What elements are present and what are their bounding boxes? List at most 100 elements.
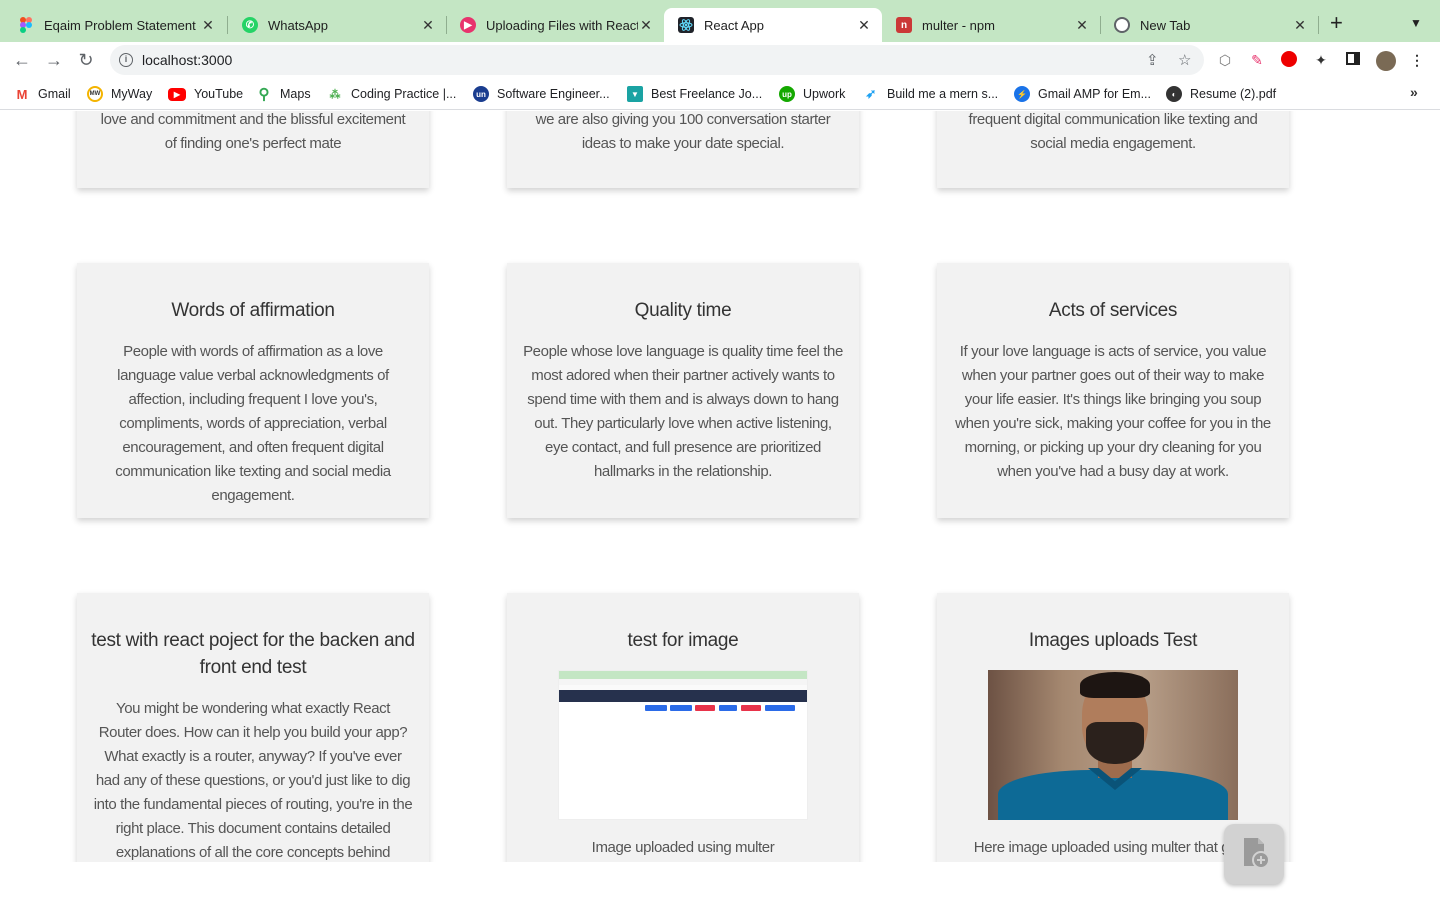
globe-icon: ◐ [1166,86,1182,102]
bookmark-upwork[interactable]: up Upwork [779,85,845,103]
bookmark-label: Maps [280,87,311,101]
coding-icon: ⁂ [329,88,341,101]
share-icon[interactable]: ⇪ [1146,51,1159,69]
bookmark-label: Coding Practice |... [351,87,457,101]
sidepanel-icon[interactable] [1344,51,1362,69]
bird-icon: ➶ [865,86,877,101]
freelance-icon: ▼ [627,86,643,102]
love-card-9: Images uploads Test Here image uploaded … [937,593,1289,862]
tab-figma[interactable]: Eqaim Problem Statement - ✕ [4,8,226,42]
bookmark-label: Gmail [38,87,71,101]
tab-title: Eqaim Problem Statement - [44,17,200,33]
tab-new-tab[interactable]: New Tab ✕ [1100,8,1318,42]
myway-icon: MW [87,86,103,102]
tab-multer-npm[interactable]: n multer - npm ✕ [882,8,1100,42]
npm-icon: n [896,17,912,33]
uploaded-portrait-image [988,670,1238,820]
figma-icon [18,17,34,33]
card-title: Acts of services [1048,300,1178,321]
new-tab-button[interactable]: + [1330,12,1343,34]
bookmark-software-engineer[interactable]: un Software Engineer... [473,85,610,103]
card-body: You might be wondering what exactly Reac… [93,700,413,861]
pen-extension-icon[interactable]: ✎ [1248,51,1266,69]
browser-toolbar: ← → ↻ i localhost:3000 ⇪ ☆ ⬡ ✎ ✦ ⋮ [0,42,1440,78]
address-bar[interactable]: i localhost:3000 ⇪ ☆ [110,45,1204,75]
reload-icon[interactable]: ↻ [74,48,98,72]
bookmark-build-mern[interactable]: ➶ Build me a mern s... [863,85,999,103]
gmail-icon: M [14,86,30,102]
card-title: Images uploads Test [1028,630,1198,651]
tab-react-app[interactable]: React App ✕ [664,8,882,42]
file-add-icon [1236,834,1272,875]
info-icon[interactable]: i [119,53,133,67]
react-icon [678,17,694,33]
bookmark-myway[interactable]: MW MyWay [87,85,152,103]
card-body: we are also giving you 100 conversation … [535,111,831,152]
bookmark-label: Upwork [803,87,846,101]
tab-title: New Tab [1140,17,1191,33]
close-icon[interactable]: ✕ [1292,17,1308,34]
play-icon: ▶ [460,17,476,33]
card-title: test with react poject for the backen an… [91,630,415,678]
bookmark-gmail-amp[interactable]: ⚡ Gmail AMP for Em... [1014,85,1151,103]
close-icon[interactable]: ✕ [638,17,654,34]
bookmark-maps[interactable]: ⚲ Maps [256,85,311,103]
bookmark-label: Best Freelance Jo... [651,87,763,101]
tab-title: Uploading Files with React. [486,17,638,33]
forward-icon[interactable]: → [42,48,66,72]
bookmark-youtube[interactable]: ▶ YouTube [168,85,243,103]
bookmark-best-freelance[interactable]: ▼ Best Freelance Jo... [627,85,762,103]
tab-title: WhatsApp [268,17,328,33]
close-icon[interactable]: ✕ [1074,17,1090,34]
chevron-down-icon[interactable]: ▼ [1410,16,1422,30]
back-icon[interactable]: ← [10,48,34,72]
bookmark-gmail[interactable]: M Gmail [14,85,71,103]
whatsapp-icon: ✆ [242,17,258,33]
cube-extension-icon[interactable]: ⬡ [1216,51,1234,69]
tab-title: React App [704,17,764,33]
card-body: love and commitment and the blissful exc… [100,111,406,152]
close-icon[interactable]: ✕ [856,17,872,34]
bookmark-coding-practice[interactable]: ⁂ Coding Practice |... [327,85,457,103]
maps-icon: ⚲ [258,86,270,103]
upload-file-button[interactable] [1224,824,1284,884]
star-icon[interactable]: ☆ [1178,51,1191,69]
love-card-2: we are also giving you 100 conversation … [507,111,859,188]
love-card-1: love and commitment and the blissful exc… [77,111,429,188]
uploaded-screenshot-image [558,670,808,820]
opera-extension-icon[interactable] [1280,51,1298,69]
card-body: If your love language is acts of service… [955,343,1271,480]
tab-whatsapp[interactable]: ✆ WhatsApp ✕ [228,8,446,42]
bookmark-resume[interactable]: ◐ Resume (2).pdf [1166,85,1276,103]
love-card-3: frequent digital communication like text… [937,111,1289,188]
card-title: Quality time [634,300,732,321]
un-icon: un [473,86,489,102]
close-icon[interactable]: ✕ [420,17,436,34]
youtube-icon: ▶ [168,87,186,101]
card-body: Image uploaded using multer [591,839,775,856]
more-menu-icon[interactable]: ⋮ [1408,51,1426,69]
upwork-icon: up [779,86,795,102]
card-body: frequent digital communication like text… [968,111,1258,152]
tab-title: multer - npm [922,17,995,33]
bookmark-label: Gmail AMP for Em... [1038,87,1151,101]
card-title: Words of affirmation [171,300,335,321]
card-title: test for image [627,630,739,651]
love-card-4: Words of affirmation People with words o… [77,263,429,518]
chrome-icon [1114,17,1130,33]
page-viewport: love and commitment and the blissful exc… [0,111,1440,862]
close-icon[interactable]: ✕ [200,17,216,34]
love-card-7: test with react poject for the backen an… [77,593,429,862]
tab-uploading-files[interactable]: ▶ Uploading Files with React. ✕ [446,8,664,42]
bookmark-label: Software Engineer... [497,87,610,101]
avatar[interactable] [1376,51,1396,71]
bookmarks-bar: M Gmail MW MyWay ▶ YouTube ⚲ Maps ⁂ Codi… [0,78,1440,110]
bookmark-label: Build me a mern s... [887,87,999,101]
card-body: People with words of affirmation as a lo… [115,343,391,504]
address-url[interactable]: localhost:3000 [142,52,232,68]
tab-strip: Eqaim Problem Statement - ✕ ✆ WhatsApp ✕… [0,0,1440,42]
love-card-5: Quality time People whose love language … [507,263,859,518]
love-card-6: Acts of services If your love language i… [937,263,1289,518]
puzzle-icon[interactable]: ✦ [1312,51,1330,69]
chevron-double-right-icon[interactable]: » [1410,84,1418,100]
